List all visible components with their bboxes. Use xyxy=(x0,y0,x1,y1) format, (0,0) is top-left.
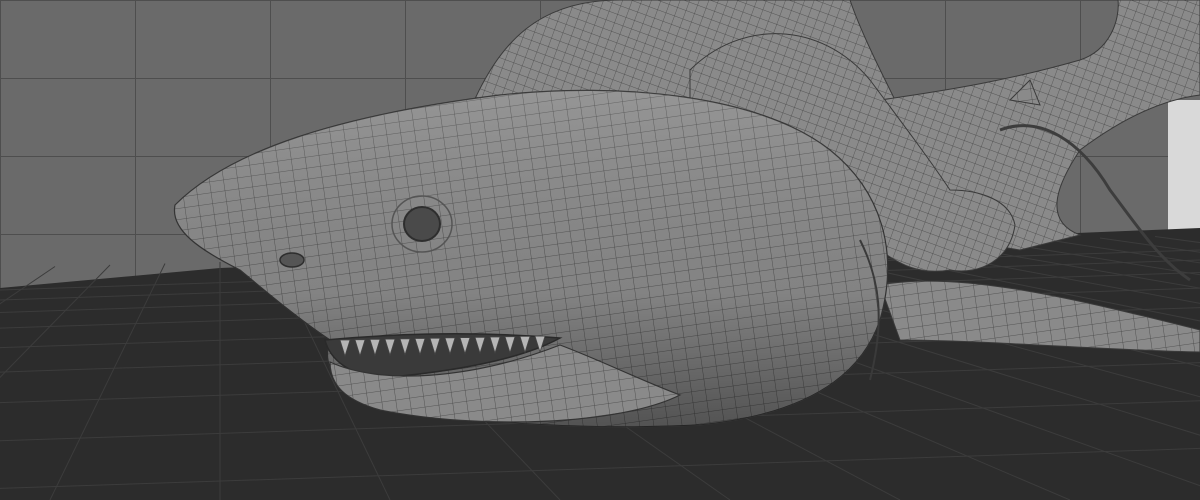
light-panel xyxy=(1168,100,1200,230)
3d-viewport[interactable] xyxy=(0,0,1200,500)
shark-nostril[interactable] xyxy=(279,252,305,268)
shark-eye[interactable] xyxy=(403,206,441,242)
viewport-canvas[interactable] xyxy=(0,0,1200,500)
